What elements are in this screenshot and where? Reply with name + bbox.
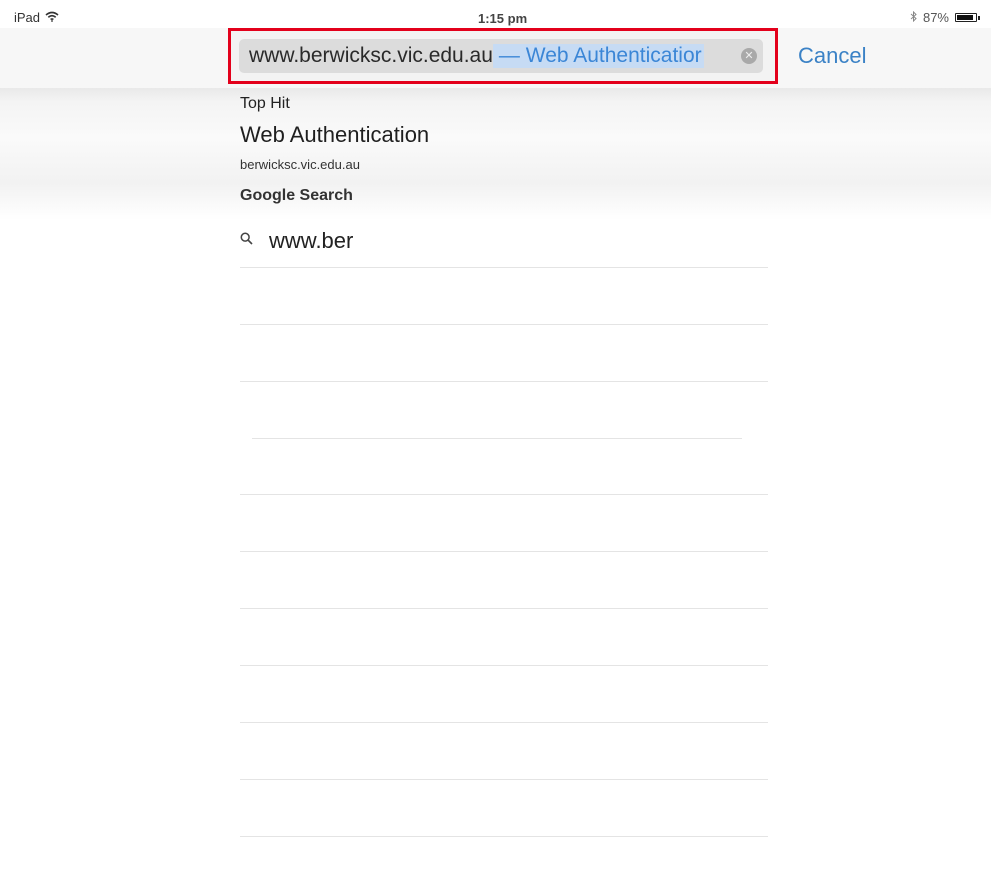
device-label: iPad [14, 10, 41, 25]
status-bar: iPad 1:15 pm 87% [0, 0, 991, 28]
list-separator [240, 381, 768, 382]
status-right: 87% [910, 10, 980, 25]
list-separator [240, 267, 768, 268]
cancel-button[interactable]: Cancel [798, 43, 866, 69]
bluetooth-icon [910, 10, 917, 25]
list-separator [252, 438, 742, 439]
status-left: iPad [14, 10, 59, 25]
top-hit-url[interactable]: berwicksc.vic.edu.au [240, 157, 770, 172]
google-search-suggestion[interactable]: www.ber [240, 228, 770, 254]
clear-text-icon[interactable]: ✕ [741, 48, 757, 64]
list-separator [240, 608, 768, 609]
google-search-query: www.ber [269, 228, 354, 253]
search-icon [240, 232, 253, 250]
address-autocomplete-suggestion: — Web Authenticatior [492, 44, 704, 68]
battery-icon [955, 13, 980, 22]
top-hit-title[interactable]: Web Authentication [240, 122, 770, 148]
list-separator [240, 324, 768, 325]
list-separator [240, 665, 768, 666]
address-url-text: www.berwicksc.vic.edu.au [249, 44, 493, 67]
top-hit-header: Top Hit [240, 95, 290, 112]
list-separator [240, 494, 768, 495]
battery-percent: 87% [922, 10, 949, 25]
list-separator [240, 722, 768, 723]
battery-level [957, 15, 973, 20]
list-separator [240, 836, 768, 837]
google-search-header: Google Search [240, 187, 353, 204]
address-bar-highlight: www.berwicksc.vic.edu.au — Web Authentic… [228, 28, 778, 84]
wifi-icon [45, 10, 59, 25]
list-separator [240, 551, 768, 552]
address-field[interactable]: www.berwicksc.vic.edu.au — Web Authentic… [239, 39, 763, 73]
list-separator [240, 779, 768, 780]
battery-tip [978, 16, 980, 20]
status-time: 1:15 pm [478, 11, 528, 26]
